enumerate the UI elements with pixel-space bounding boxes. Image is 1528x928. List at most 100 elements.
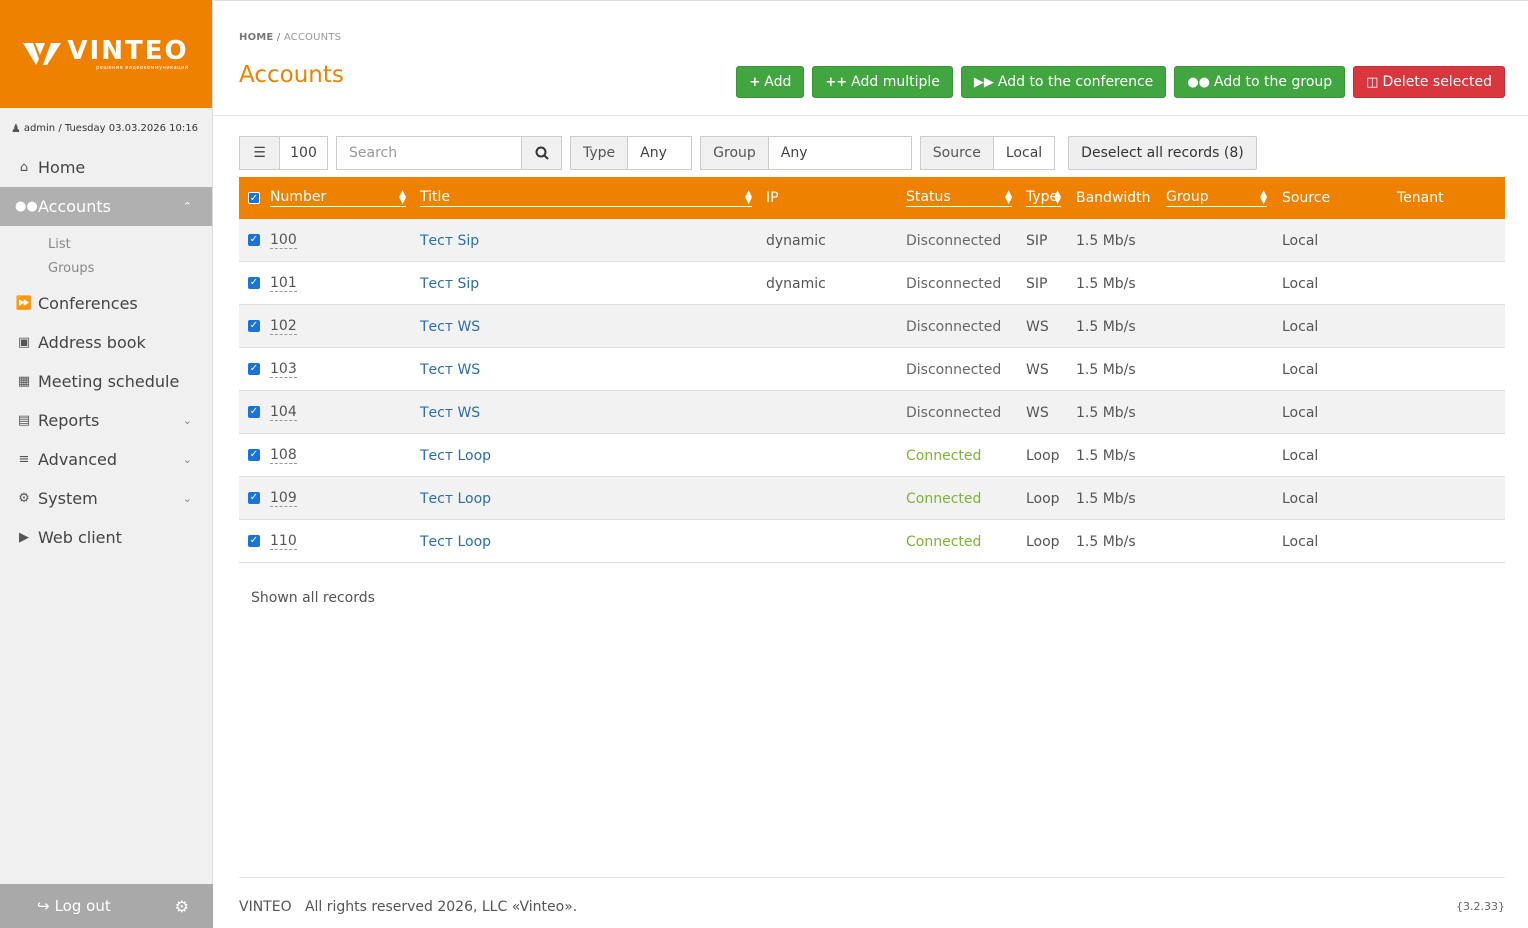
table-row[interactable]: ✓ 103 Тест WS Disconnected WS 1.5 Mb/s Local [239, 348, 1505, 391]
bandwidth-cell: 1.5 Mb/s [1076, 318, 1136, 335]
settings-gear-icon[interactable]: ⚙ [175, 897, 189, 916]
deselect-all-button[interactable]: Deselect all records (8) [1068, 136, 1257, 170]
brand-tagline: решения видеокоммуникаций [96, 64, 189, 71]
add-button[interactable]: + Add [736, 66, 805, 98]
logout-button[interactable]: ↪ Log out [37, 897, 111, 915]
select-all-checkbox[interactable]: ✓ [248, 192, 260, 204]
row-checkbox[interactable]: ✓ [248, 234, 260, 246]
add-multiple-button[interactable]: ++ Add multiple [812, 66, 953, 98]
sidebar-item-advanced[interactable]: ≡ Advanced ⌄ [0, 440, 212, 479]
top-divider [214, 0, 1528, 1]
subnav-item-list[interactable]: List [0, 232, 212, 256]
subnav-item-groups[interactable]: Groups [0, 256, 212, 280]
sidebar-item-system[interactable]: ⚙ System ⌄ [0, 479, 212, 518]
column-group[interactable]: Group ▲ ▼ [1166, 177, 1267, 219]
table-row[interactable]: ✓ 102 Тест WS Disconnected WS 1.5 Mb/s Local [239, 305, 1505, 348]
chevron-down-icon: ⌄ [182, 414, 192, 427]
sidebar-item-home[interactable]: ⌂ Home [0, 148, 212, 187]
column-title[interactable]: Title ▲ ▼ [420, 177, 752, 219]
row-checkbox[interactable]: ✓ [248, 363, 260, 375]
sidebar-item-label: Reports [38, 411, 100, 430]
account-title-link[interactable]: Тест Sip [420, 276, 479, 292]
sidebar-item-reports[interactable]: ▤ Reports ⌄ [0, 401, 212, 440]
column-tenant: Tenant [1397, 190, 1444, 206]
chevron-down-icon: ⌄ [182, 492, 192, 505]
account-number-link[interactable]: 100 [270, 232, 297, 249]
bandwidth-cell: 1.5 Mb/s [1076, 275, 1136, 292]
account-number-link[interactable]: 101 [270, 275, 297, 292]
account-title-link[interactable]: Тест Loop [420, 448, 491, 464]
status-cell: Connected [906, 533, 982, 550]
filters-bar: ☰ 100 Search Type Any Group Any Source L… [239, 136, 1257, 170]
breadcrumb-home[interactable]: HOME [239, 32, 273, 43]
column-status[interactable]: Status ▲ ▼ [906, 177, 1012, 219]
column-title-label: Title [420, 189, 752, 207]
sidebar-item-address-book[interactable]: ▣ Address book [0, 323, 212, 362]
sort-icon: ▲ ▼ [745, 189, 752, 206]
account-title-link[interactable]: Тест Loop [420, 534, 491, 550]
row-checkbox[interactable]: ✓ [248, 406, 260, 418]
source-cell: Local [1282, 404, 1319, 421]
sort-icon: ▲ ▼ [1054, 189, 1061, 206]
account-number-link[interactable]: 108 [270, 447, 297, 464]
table-row[interactable]: ✓ 109 Тест Loop Connected Loop 1.5 Mb/s Local [239, 477, 1505, 520]
table-row[interactable]: ✓ 108 Тест Loop Connected Loop 1.5 Mb/s Local [239, 434, 1505, 477]
column-type[interactable]: Type ▲ ▼ [1026, 177, 1061, 219]
type-cell: WS [1026, 361, 1049, 378]
account-number-link[interactable]: 104 [270, 404, 297, 421]
address-book-icon: ▣ [17, 335, 31, 350]
book-icon: ▤ [17, 413, 31, 428]
search-input[interactable]: Search [336, 136, 522, 170]
logo[interactable]: VINTEO решения видеокоммуникаций [0, 0, 212, 108]
group-filter-label: Group [700, 136, 769, 170]
column-number[interactable]: Number ▲ ▼ [270, 177, 406, 219]
account-title-link[interactable]: Тест Sip [420, 233, 479, 249]
accounts-subnav: List Groups [0, 226, 212, 284]
account-title-link[interactable]: Тест WS [420, 405, 480, 421]
search-button[interactable] [522, 136, 562, 170]
account-title-link[interactable]: Тест Loop [420, 491, 491, 507]
sort-icon: ▲ ▼ [1260, 189, 1267, 206]
bandwidth-cell: 1.5 Mb/s [1076, 232, 1136, 249]
row-checkbox[interactable]: ✓ [248, 449, 260, 461]
add-to-conference-button[interactable]: ▶▶ Add to the conference [960, 66, 1167, 98]
account-title-link[interactable]: Тест WS [420, 362, 480, 378]
sidebar-item-accounts[interactable]: ●● Accounts ⌃ [0, 187, 212, 226]
list-icon[interactable]: ☰ [239, 136, 280, 170]
table-row[interactable]: ✓ 110 Тест Loop Connected Loop 1.5 Mb/s Local [239, 520, 1505, 563]
add-multiple-label: Add multiple [851, 74, 940, 90]
status-cell: Disconnected [906, 275, 1002, 292]
sidebar-item-meeting-schedule[interactable]: ▦ Meeting schedule [0, 362, 212, 401]
page-size-value[interactable]: 100 [280, 136, 328, 170]
status-cell: Disconnected [906, 361, 1002, 378]
account-number-link[interactable]: 109 [270, 490, 297, 507]
type-cell: Loop [1026, 490, 1060, 507]
ip-cell: dynamic [766, 275, 826, 292]
sidebar-item-conferences[interactable]: ⏩ Conferences [0, 284, 212, 323]
table-row[interactable]: ✓ 101 Тест Sip dynamic Disconnected SIP 1.5 Mb… [239, 262, 1505, 305]
row-checkbox[interactable]: ✓ [248, 277, 260, 289]
delete-selected-button[interactable]: ◫ Delete selected [1353, 66, 1505, 98]
type-filter-select[interactable]: Any [628, 136, 693, 170]
page-size-group: ☰ 100 [239, 136, 328, 170]
logout-label: Log out [54, 897, 111, 915]
account-number-link[interactable]: 110 [270, 533, 297, 550]
logout-bar: ↪ Log out ⚙ [0, 884, 213, 928]
account-title-link[interactable]: Тест WS [420, 319, 480, 335]
row-checkbox[interactable]: ✓ [248, 535, 260, 547]
group-filter-select[interactable]: Any [768, 136, 912, 170]
table-row[interactable]: ✓ 104 Тест WS Disconnected WS 1.5 Mb/s Local [239, 391, 1505, 434]
column-group-label: Group [1166, 189, 1267, 207]
sidebar-item-label: Advanced [38, 450, 118, 469]
row-checkbox[interactable]: ✓ [248, 320, 260, 332]
add-to-group-button[interactable]: ●● Add to the group [1174, 66, 1346, 98]
main-content: HOME / ACCOUNTS Accounts + Add ++ Add mu… [214, 0, 1528, 928]
account-number-link[interactable]: 103 [270, 361, 297, 378]
bandwidth-cell: 1.5 Mb/s [1076, 533, 1136, 550]
source-filter-select[interactable]: Local [993, 136, 1056, 170]
account-number-link[interactable]: 102 [270, 318, 297, 335]
table-row[interactable]: ✓ 100 Тест Sip dynamic Disconnected SIP 1.5 Mb… [239, 219, 1505, 262]
column-ip: IP [766, 190, 779, 206]
sidebar-item-web-client[interactable]: ▶ Web client [0, 518, 212, 557]
row-checkbox[interactable]: ✓ [248, 492, 260, 504]
